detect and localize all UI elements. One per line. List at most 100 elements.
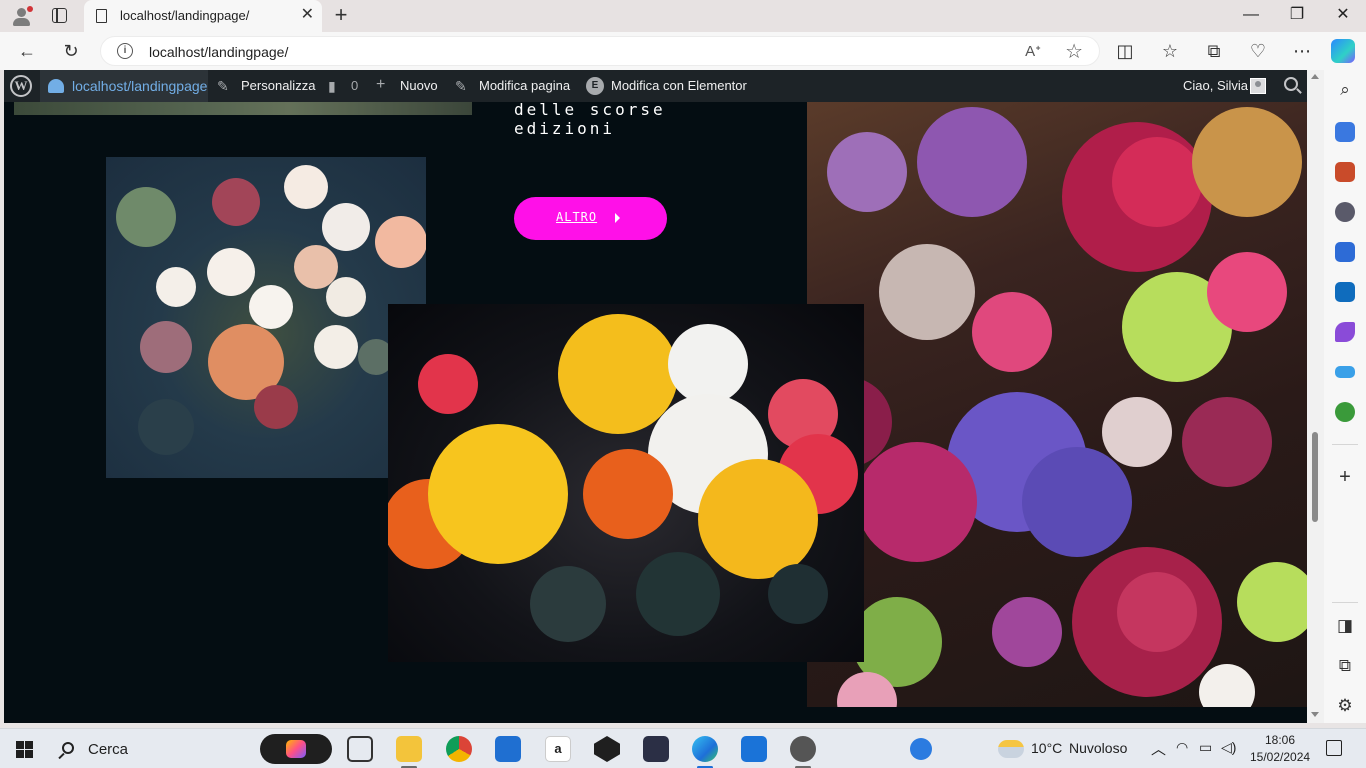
notification-icon[interactable]: [1326, 740, 1342, 756]
mail-icon[interactable]: [741, 736, 767, 762]
github-desktop-icon[interactable]: [790, 736, 816, 762]
search-lens-icon: [62, 742, 74, 754]
edit-with-elementor-link[interactable]: Modifica con Elementor: [611, 70, 747, 102]
games-icon[interactable]: [1335, 202, 1355, 222]
browser-essentials-icon[interactable]: ♡: [1245, 38, 1271, 64]
editions-line-1: delle scorse: [514, 100, 666, 119]
sidebar-layout-icon[interactable]: ◨: [1334, 616, 1356, 636]
editions-line-2: edizioni: [514, 119, 616, 138]
address-bar[interactable]: i localhost/landingpage/ Aᐩ ☆: [100, 36, 1100, 66]
editions-text: delle scorse edizioni: [514, 100, 666, 138]
admin-site-name-link[interactable]: localhost/landingpage: [72, 70, 207, 102]
favorites-icon[interactable]: ☆: [1157, 38, 1183, 64]
altro-label: ALTRO: [556, 210, 598, 224]
bouquet-left-image: [106, 157, 426, 478]
favorite-star-icon[interactable]: ☆: [1065, 39, 1083, 64]
clock-date: 15/02/2024: [1250, 750, 1311, 764]
designer-icon[interactable]: [1335, 322, 1355, 342]
powershell-icon[interactable]: [643, 736, 669, 762]
weather-temp[interactable]: 10°C: [1031, 740, 1062, 756]
refresh-icon[interactable]: ↻: [58, 38, 84, 64]
browser-tab-active[interactable]: localhost/landingpage/ ✕: [84, 0, 322, 32]
split-screen-icon[interactable]: ◫: [1112, 38, 1138, 64]
tree-icon[interactable]: [1335, 402, 1355, 422]
show-hidden-icons-icon[interactable]: ︿: [1151, 738, 1166, 759]
add-sidebar-app-icon[interactable]: +: [1334, 466, 1356, 489]
site-info-icon[interactable]: i: [117, 43, 133, 59]
tab-close-button[interactable]: ✕: [301, 6, 314, 24]
plus-icon: +: [376, 76, 386, 93]
open-external-icon[interactable]: ⧉: [1334, 656, 1356, 676]
clock-time: 18:06: [1264, 733, 1296, 747]
windows-start-icon[interactable]: [16, 741, 33, 758]
close-window-button[interactable]: ✕: [1320, 4, 1366, 26]
new-content-link[interactable]: Nuovo: [400, 70, 438, 102]
volume-icon[interactable]: ◁): [1221, 739, 1236, 756]
edit-page-link[interactable]: Modifica pagina: [479, 70, 570, 102]
tab-title: localhost/landingpage/: [120, 8, 250, 23]
shopping-tag-icon[interactable]: [1335, 122, 1355, 142]
taskbar-search-label: Cerca: [88, 741, 129, 758]
scrollbar-thumb[interactable]: [1312, 432, 1318, 522]
dashboard-icon: [48, 79, 64, 93]
collections-icon[interactable]: ⧉: [1201, 38, 1227, 64]
comment-icon: ▮: [328, 78, 336, 94]
amazon-icon[interactable]: a: [545, 736, 571, 762]
microsoft-store-icon[interactable]: [495, 736, 521, 762]
browser-tabstrip: localhost/landingpage/ ✕ + — ❐ ✕: [0, 0, 1366, 32]
help-icon[interactable]: [910, 738, 932, 760]
edge-icon[interactable]: [692, 736, 718, 762]
wordpress-logo-icon[interactable]: W: [10, 75, 32, 97]
sidebar-search-icon[interactable]: ⌕: [1334, 80, 1356, 100]
altro-button[interactable]: ALTRO: [514, 197, 667, 240]
brush-icon: ✎: [217, 78, 229, 94]
comments-count[interactable]: 0: [351, 70, 358, 102]
read-aloud-icon[interactable]: Aᐩ: [1025, 42, 1041, 60]
taskbar-search[interactable]: Cerca: [50, 733, 250, 765]
new-tab-button[interactable]: +: [330, 3, 352, 27]
chrome-icon[interactable]: [446, 736, 472, 762]
drop-send-icon[interactable]: [1335, 366, 1355, 378]
weather-desc[interactable]: Nuvoloso: [1069, 740, 1127, 756]
weather-cloud-icon[interactable]: [998, 740, 1024, 758]
battery-icon[interactable]: ▭: [1199, 739, 1212, 756]
bouquet-right-image: [807, 102, 1307, 707]
customize-link[interactable]: Personalizza: [241, 70, 315, 102]
pencil-icon: ✎: [455, 78, 467, 94]
url-text[interactable]: localhost/landingpage/: [149, 44, 288, 60]
outlook-icon[interactable]: [1335, 282, 1355, 302]
profile-icon[interactable]: [10, 5, 34, 27]
sidebar-separator-bottom: [1332, 602, 1358, 603]
scroll-up-arrow-icon[interactable]: [1311, 74, 1319, 79]
search-icon[interactable]: [1284, 77, 1298, 91]
page-icon: [96, 9, 107, 23]
edge-sidebar: ⌕ + ◨ ⧉ ⚙: [1324, 70, 1366, 723]
settings-gear-icon[interactable]: ⚙: [1334, 696, 1356, 716]
sidebar-separator: [1332, 444, 1358, 445]
copilot-taskbar-icon[interactable]: [260, 734, 332, 764]
scroll-down-arrow-icon[interactable]: [1311, 712, 1319, 717]
page-scrollbar[interactable]: [1307, 70, 1324, 723]
tools-briefcase-icon[interactable]: [1335, 162, 1355, 182]
tab-actions-icon[interactable]: [52, 8, 67, 23]
task-view-icon[interactable]: [347, 736, 373, 762]
more-menu-icon[interactable]: ⋯: [1289, 38, 1315, 64]
wp-admin-bar: W localhost/landingpage ✎ Personalizza ▮…: [4, 70, 1307, 102]
elementor-icon: E: [586, 77, 604, 95]
caret-right-icon: [615, 213, 620, 223]
browser-toolbar: ← ↻ i localhost/landingpage/ Aᐩ ☆ ◫ ☆ ⧉ …: [0, 32, 1366, 70]
restore-button[interactable]: ❐: [1274, 4, 1320, 26]
microsoft-365-icon[interactable]: [1335, 242, 1355, 262]
windows-taskbar: Cerca a 10°C Nuvoloso ︿ ◠ ▭ ◁) 18:06 15/…: [0, 728, 1366, 768]
back-icon[interactable]: ←: [14, 38, 40, 64]
file-explorer-icon[interactable]: [396, 736, 422, 762]
bouquet-center-image: [388, 304, 864, 662]
minimize-button[interactable]: —: [1228, 4, 1274, 26]
image-cropped-top: [14, 102, 472, 115]
avatar[interactable]: [1250, 78, 1266, 94]
dropbox-icon[interactable]: [594, 736, 620, 762]
copilot-icon[interactable]: [1331, 39, 1355, 63]
wifi-icon[interactable]: ◠: [1176, 739, 1188, 756]
greeting-text[interactable]: Ciao, Silvia: [1183, 70, 1248, 102]
taskbar-clock[interactable]: 18:06 15/02/2024: [1250, 732, 1310, 766]
